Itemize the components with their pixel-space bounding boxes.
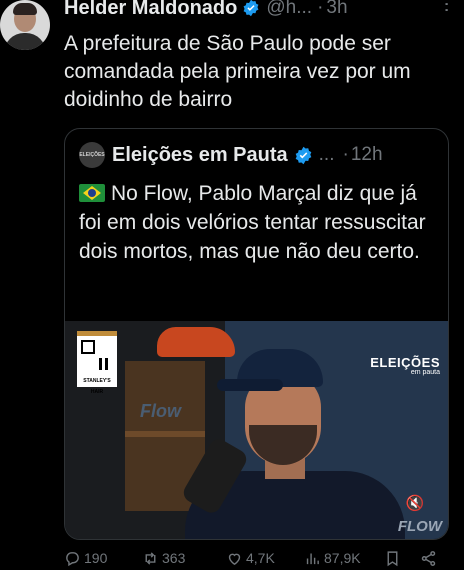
video-shelf-board <box>125 431 205 437</box>
verified-badge-icon <box>295 146 311 164</box>
author-avatar[interactable] <box>0 0 50 50</box>
like-count: 4,7K <box>246 550 275 566</box>
quoted-tweet-time: 12h <box>350 144 383 165</box>
separator-dot: · <box>342 144 349 165</box>
verified-badge-icon <box>243 0 259 17</box>
avatar-shirt <box>4 33 46 50</box>
views-button[interactable]: 87,9K <box>304 550 361 567</box>
tweet-header: Helder Maldonado @h... · 3h ⋯ <box>64 0 457 21</box>
more-options-icon[interactable]: ⋯ <box>436 0 458 14</box>
retweet-icon <box>145 551 156 565</box>
video-player[interactable]: Flow STANLEY'S HAIR ELEIÇÕES em pauta 🔇 … <box>65 321 448 539</box>
bookmark-button[interactable] <box>384 550 401 567</box>
qr-code-icon <box>77 336 117 376</box>
mute-toggle-icon[interactable]: 🔇 <box>404 494 426 514</box>
view-count: 87,9K <box>324 550 361 566</box>
qr-code-sign: STANLEY'S HAIR <box>77 331 117 395</box>
qr-code-label: STANLEY'S HAIR <box>77 376 117 395</box>
watermark-subtitle: em pauta <box>410 369 440 376</box>
retweet-count: 363 <box>162 550 186 566</box>
tweet-text: A prefeitura de São Paulo pode ser coman… <box>64 32 411 111</box>
quoted-tweet-text-block: No Flow, Pablo Marçal diz que já foi em … <box>79 179 439 266</box>
flow-watermark: FLOW <box>397 518 442 535</box>
video-person-cap-bill <box>217 379 283 391</box>
quoted-tweet-header: ELEIÇÕES Eleições em Pauta ... · 12h <box>79 141 383 169</box>
author-handle[interactable]: @h... <box>266 0 312 19</box>
separator-dot: · <box>317 0 324 18</box>
author-name[interactable]: Helder Maldonado <box>64 0 237 20</box>
bookmark-icon <box>387 550 398 566</box>
heart-icon <box>228 553 241 565</box>
reply-icon <box>66 551 79 566</box>
quoted-tweet-text: No Flow, Pablo Marçal diz que já foi em … <box>79 182 426 263</box>
quoted-tweet-card[interactable]: ELEIÇÕES Eleições em Pauta ... · 12h No … <box>64 128 449 540</box>
tweet-actions-bar: 190 363 4,7K 87,9K <box>64 546 456 570</box>
share-icon <box>421 550 436 566</box>
avatar-hair <box>13 3 37 15</box>
quoted-author-name: Eleições em Pauta <box>112 143 288 166</box>
quoted-handle-truncated: ... <box>318 144 335 165</box>
video-watermark: ELEIÇÕES em pauta <box>370 355 440 376</box>
quoted-author-avatar: ELEIÇÕES <box>79 142 105 168</box>
reply-button[interactable]: 190 <box>64 550 107 567</box>
brazil-flag-icon <box>79 184 105 202</box>
tweet-time[interactable]: 3h <box>326 0 347 19</box>
flow-logo: Flow <box>140 401 181 421</box>
watermark-title: ELEIÇÕES <box>370 355 440 370</box>
like-button[interactable]: 4,7K <box>226 550 275 567</box>
views-chart-icon <box>306 553 319 564</box>
share-button[interactable] <box>420 550 437 567</box>
video-sneaker <box>157 327 235 357</box>
reply-count: 190 <box>84 550 108 566</box>
retweet-button[interactable]: 363 <box>142 550 185 567</box>
